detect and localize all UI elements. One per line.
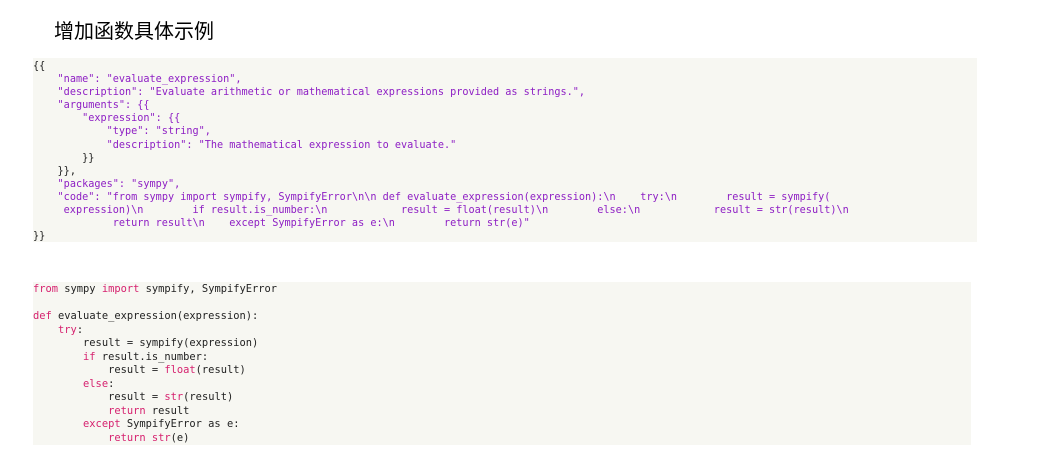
code-token: return	[108, 431, 146, 444]
json-code-block: {{ "name": "evaluate_expression", "descr…	[33, 58, 977, 242]
code-token: result =	[108, 391, 165, 403]
code-token: evaluate_expression(expression):	[51, 310, 259, 322]
code-line: return str(e)	[33, 432, 971, 446]
code-line: "description": "Evaluate arithmetic or m…	[33, 86, 977, 99]
code-token: from	[33, 283, 59, 295]
code-token: :	[108, 377, 115, 390]
code-line: return result	[33, 405, 971, 419]
code-token: else	[83, 377, 109, 390]
code-token: }}	[82, 152, 95, 164]
code-token: expression)\n if result.is_number:\n res…	[63, 205, 849, 217]
code-token: if	[83, 350, 96, 363]
code-token: (result)	[195, 364, 246, 376]
code-token: }}	[33, 231, 46, 243]
code-token: "name": "evaluate_expression",	[57, 74, 242, 86]
code-line: }}	[33, 230, 977, 243]
code-line: "description": "The mathematical express…	[33, 139, 977, 152]
code-line: expression)\n if result.is_number:\n res…	[33, 204, 977, 217]
code-line: from sympy import sympify, SympifyError	[33, 283, 971, 297]
code-token: "description": "Evaluate arithmetic or m…	[57, 87, 586, 99]
code-token: return result\n except SympifyError as e…	[112, 218, 530, 230]
code-token: (result)	[183, 391, 234, 403]
code-line: "code": "from sympy import sympify, Symp…	[33, 191, 977, 204]
code-token: import	[101, 283, 140, 295]
code-token: result =	[108, 364, 165, 376]
code-line: result = float(result)	[33, 364, 971, 378]
code-token: "type": "string",	[106, 126, 211, 138]
code-token: float	[164, 364, 196, 376]
code-line: "arguments": {{	[33, 99, 977, 112]
code-line: "name": "evaluate_expression",	[33, 73, 977, 86]
code-line: result = str(result)	[33, 391, 971, 405]
python-code-block: from sympy import sympify, SympifyError d…	[33, 282, 971, 445]
code-token: result.is_number:	[95, 350, 209, 363]
code-token: "description": "The mathematical express…	[106, 139, 457, 151]
code-token: result = sympify(expression)	[83, 337, 259, 349]
code-token: str	[151, 431, 171, 444]
code-line: if result.is_number:	[33, 351, 971, 365]
code-line: result = sympify(expression)	[33, 337, 971, 351]
code-line: "type": "string",	[33, 125, 977, 138]
code-token: sympify, SympifyError	[139, 283, 278, 295]
code-line: else:	[33, 378, 971, 392]
code-token: except	[83, 418, 121, 430]
code-token: :	[76, 323, 84, 336]
code-token: SympifyError as e:	[120, 418, 240, 430]
code-line: "packages": "sympy",	[33, 178, 977, 191]
code-line: "expression": {{	[33, 112, 977, 125]
code-token: return	[108, 404, 146, 417]
code-line: except SympifyError as e:	[33, 418, 971, 432]
code-token: "expression": {{	[82, 113, 181, 125]
code-token: "arguments": {{	[57, 100, 150, 112]
code-token: {{	[33, 61, 46, 72]
code-token: "code": "from sympy import sympify, Symp…	[57, 191, 831, 203]
code-token: str	[164, 391, 184, 403]
code-token: def	[33, 310, 52, 322]
code-line: {{	[33, 60, 977, 73]
code-line: def evaluate_expression(expression):	[33, 310, 971, 324]
code-token: }},	[57, 165, 76, 177]
code-line: return result\n except SympifyError as e…	[33, 217, 977, 230]
code-token: result	[145, 404, 190, 417]
code-token: try	[58, 323, 77, 336]
code-token: "packages": "sympy",	[57, 178, 181, 190]
code-line: }},	[33, 165, 977, 178]
page-heading: 增加函数具体示例	[54, 19, 214, 43]
code-token: (e)	[170, 431, 190, 444]
code-line: }}	[33, 152, 977, 165]
code-token: sympy	[58, 283, 102, 295]
code-line: try:	[33, 324, 971, 338]
